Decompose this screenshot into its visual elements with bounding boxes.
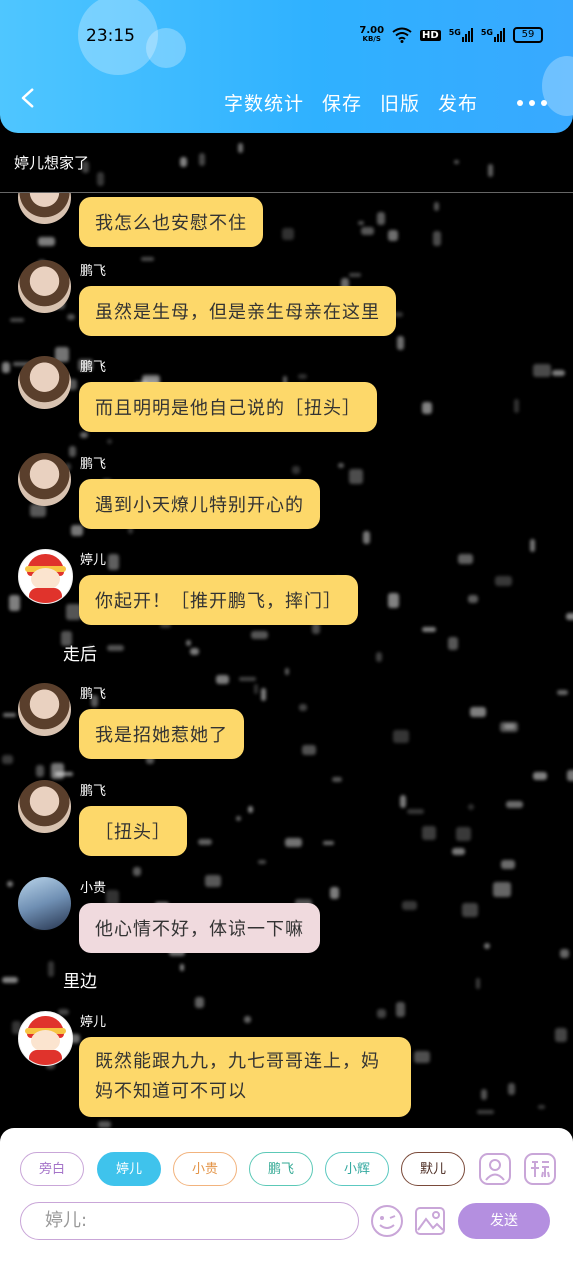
speaker-name: 鹏飞 (80, 360, 107, 375)
avatar[interactable] (18, 877, 71, 930)
message-input[interactable]: 婷儿: (20, 1202, 359, 1240)
decor-bubble (146, 28, 186, 68)
message-bubble[interactable]: 遇到小天燎儿特别开心的 (79, 479, 320, 529)
chat-area: 我怎么也安慰不住 鹏飞 虽然是生母，但是亲生母亲在这里 鹏飞 而且明明是他自己说… (0, 193, 573, 1128)
image-icon[interactable] (413, 1204, 447, 1238)
person-icon[interactable] (478, 1152, 512, 1186)
label-icon[interactable] (523, 1152, 557, 1186)
role-chip-narrator[interactable]: 旁白 (20, 1152, 84, 1186)
save-button[interactable]: 保存 (322, 89, 362, 116)
message-bubble[interactable]: ［扭头］ (79, 806, 187, 856)
chat-title-bar: 婷儿想家了 (0, 133, 573, 193)
battery-indicator: 59 (513, 27, 543, 43)
speaker-name: 婷儿 (80, 1015, 107, 1030)
message-bubble[interactable]: 虽然是生母，但是亲生母亲在这里 (79, 286, 396, 336)
more-icon[interactable] (517, 100, 547, 106)
speaker-name: 鹏飞 (80, 264, 107, 279)
wifi-icon (392, 27, 412, 43)
send-button[interactable]: 发送 (458, 1203, 550, 1239)
role-chip-xiaogui[interactable]: 小贵 (173, 1152, 237, 1186)
speaker-name: 鹏飞 (80, 457, 107, 472)
old-version-button[interactable]: 旧版 (380, 89, 420, 116)
publish-button[interactable]: 发布 (438, 89, 478, 116)
message-bubble[interactable]: 我怎么也安慰不住 (79, 197, 263, 247)
speaker-name: 婷儿 (80, 553, 107, 568)
speaker-name: 鹏飞 (80, 687, 107, 702)
signal-icon: 5G (481, 28, 505, 42)
avatar[interactable] (18, 193, 71, 224)
header-menu: 字数统计 保存 旧版 发布 (224, 89, 478, 116)
role-chip-xiaohui[interactable]: 小辉 (325, 1152, 389, 1186)
chat-title: 婷儿想家了 (14, 154, 90, 172)
speaker-name: 鹏飞 (80, 784, 107, 799)
narration-text[interactable]: 里边 (63, 967, 97, 992)
app-header: 23:15 7.00 KB/S HD 5G 5G 59 字数统计 保存 旧版 发… (0, 0, 573, 133)
net-speed: 7.00 KB/S (359, 25, 385, 44)
input-panel: 旁白 婷儿 小贵 鹏飞 小辉 默儿 婷儿: 发送 (0, 1128, 573, 1280)
status-icons: 7.00 KB/S HD 5G 5G 59 (359, 26, 543, 44)
status-time: 23:15 (86, 26, 135, 46)
message-bubble[interactable]: 既然能跟九九，九七哥哥连上，妈妈不知道可不可以 (79, 1037, 411, 1117)
hd-badge: HD (420, 29, 441, 41)
message-bubble[interactable]: 你起开！［推开鹏飞，摔门］ (79, 575, 358, 625)
avatar[interactable] (18, 453, 71, 506)
emoji-icon[interactable] (370, 1204, 404, 1238)
message-bubble[interactable]: 他心情不好，体谅一下嘛 (79, 903, 320, 953)
role-chip-pengfei[interactable]: 鹏飞 (249, 1152, 313, 1186)
avatar[interactable] (18, 780, 71, 833)
role-chip-moer[interactable]: 默儿 (401, 1152, 465, 1186)
avatar[interactable] (18, 260, 71, 313)
narration-text[interactable]: 走后 (63, 640, 97, 665)
avatar[interactable] (18, 1011, 73, 1066)
back-icon[interactable] (18, 88, 38, 108)
avatar[interactable] (18, 356, 71, 409)
message-bubble[interactable]: 我是招她惹她了 (79, 709, 244, 759)
message-bubble[interactable]: 而且明明是他自己说的［扭头］ (79, 382, 377, 432)
signal-icon: 5G (449, 28, 473, 42)
decor-bubble (542, 56, 573, 116)
word-count-button[interactable]: 字数统计 (224, 89, 304, 116)
avatar[interactable] (18, 683, 71, 736)
avatar[interactable] (18, 549, 73, 604)
role-chip-tinger[interactable]: 婷儿 (97, 1152, 161, 1186)
speaker-name: 小贵 (80, 881, 107, 896)
